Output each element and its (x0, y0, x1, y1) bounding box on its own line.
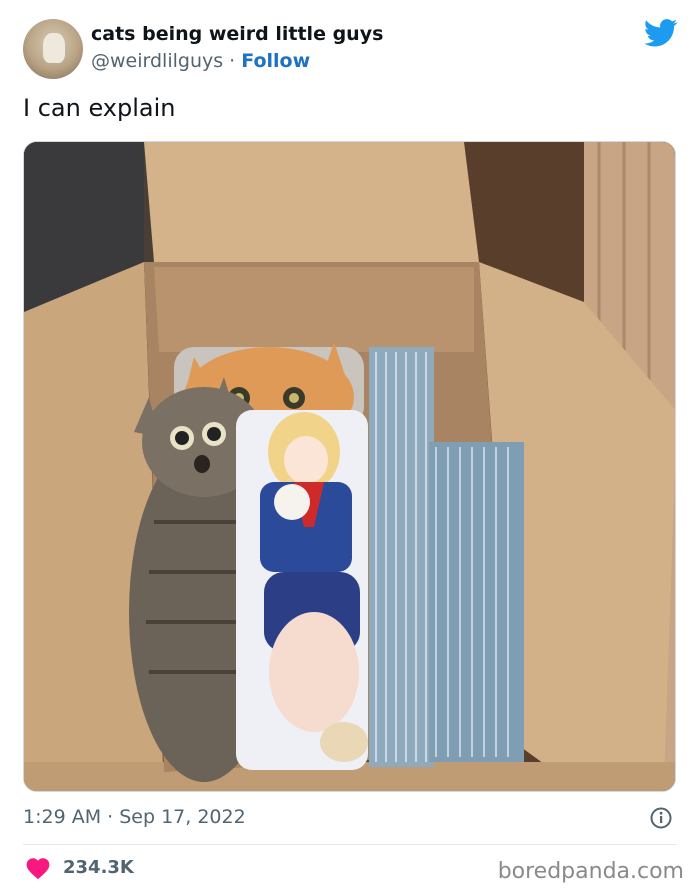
divider (23, 844, 676, 845)
handle-separator: · (223, 50, 242, 72)
follow-link[interactable]: Follow (241, 50, 310, 72)
author-handle-line: @weirdlilguys · Follow (91, 50, 310, 72)
info-icon[interactable] (650, 807, 672, 829)
twitter-bird-icon[interactable] (644, 19, 678, 47)
photo-illustration (24, 142, 675, 791)
author-handle[interactable]: @weirdlilguys (91, 50, 223, 72)
source-watermark: boredpanda.com (497, 859, 684, 884)
author-name[interactable]: cats being weird little guys (91, 23, 383, 45)
avatar-cat (43, 33, 65, 63)
heart-icon[interactable] (25, 856, 51, 880)
tweet-timestamp[interactable]: 1:29 AM · Sep 17, 2022 (23, 806, 246, 828)
avatar[interactable] (23, 19, 83, 79)
like-count: 234.3K (63, 857, 134, 878)
tweet-photo[interactable] (23, 141, 676, 792)
tweet-text: I can explain (23, 94, 176, 122)
